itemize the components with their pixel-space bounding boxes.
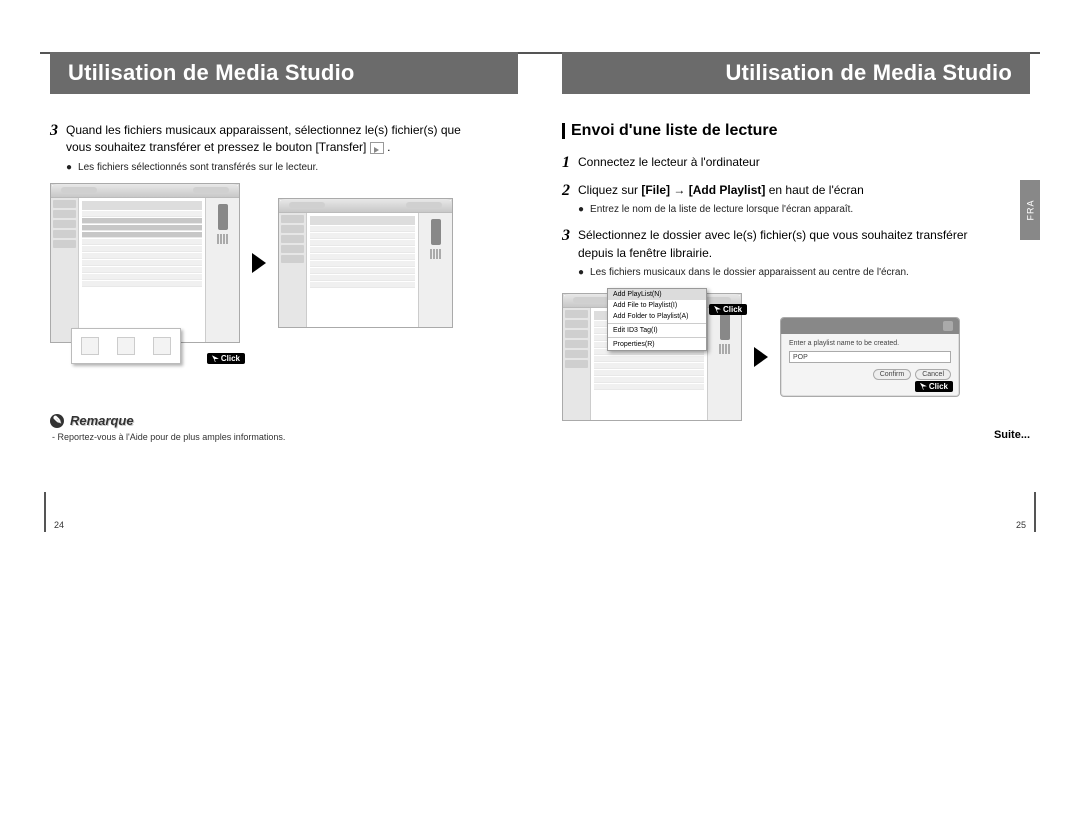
device-icon bbox=[720, 314, 730, 340]
cursor-icon bbox=[212, 355, 219, 362]
continued-label: Suite... bbox=[562, 429, 1030, 441]
right-figure-row: Add PlayList(N) Add File to Playlist(I) … bbox=[562, 293, 1030, 421]
page-number-left: 24 bbox=[54, 520, 64, 530]
click-label: Click bbox=[929, 382, 948, 391]
click-badge: Click bbox=[709, 304, 747, 315]
app-device-pane bbox=[418, 213, 452, 327]
app-titlebar bbox=[51, 184, 239, 198]
page-number-right: 25 bbox=[1016, 520, 1026, 530]
app-window-library: Add PlayList(N) Add File to Playlist(I) … bbox=[562, 293, 742, 421]
app-device-pane bbox=[707, 308, 741, 420]
page-title-left: Utilisation de Media Studio bbox=[50, 52, 518, 94]
bullet-text: Les fichiers musicaux dans le dossier ap… bbox=[590, 266, 909, 281]
playlist-name-dialog: Enter a playlist name to be created. POP… bbox=[780, 317, 960, 397]
corner-rule bbox=[44, 492, 46, 532]
app-window-after bbox=[278, 198, 453, 328]
step-bullet: ● Entrez le nom de la liste de lecture l… bbox=[578, 203, 1030, 218]
section-title-text: Envoi d'une liste de lecture bbox=[571, 122, 778, 140]
cancel-button[interactable]: Cancel bbox=[915, 369, 951, 380]
toolbar-icon bbox=[153, 337, 171, 355]
remarque-text: - Reportez-vous à l'Aide pour de plus am… bbox=[50, 432, 518, 442]
step-text: Connectez le lecteur à l'ordinateur bbox=[578, 154, 1030, 171]
language-tab-label: FRA bbox=[1025, 200, 1035, 221]
step-text-line1: Quand les fichiers musicaux apparaissent… bbox=[66, 122, 518, 139]
app-sidebar bbox=[51, 198, 79, 342]
menu-separator bbox=[608, 323, 706, 324]
right-step-3: 3 Sélectionnez le dossier avec le(s) fic… bbox=[562, 227, 1030, 280]
menu-item[interactable]: Add File to Playlist(I) bbox=[608, 300, 706, 311]
app-device-pane bbox=[205, 198, 239, 342]
click-label: Click bbox=[723, 305, 742, 314]
t: en haut de l'écran bbox=[769, 183, 864, 197]
page-right: Utilisation de Media Studio FRA Envoi d'… bbox=[540, 52, 1040, 532]
corner-rule bbox=[1034, 492, 1036, 532]
step-text-post: . bbox=[387, 140, 390, 154]
arrow-right-icon bbox=[252, 253, 266, 273]
bullet-text: Entrez le nom de la liste de lecture lor… bbox=[590, 203, 853, 218]
step-bullet: ● Les fichiers musicaux dans le dossier … bbox=[578, 266, 1030, 281]
menu-item[interactable]: Edit ID3 Tag(I) bbox=[608, 325, 706, 336]
device-icon bbox=[431, 219, 441, 245]
page-left: Utilisation de Media Studio 3 Quand les … bbox=[40, 52, 540, 532]
t-bold: [Add Playlist] bbox=[689, 183, 766, 197]
note-icon: ✎ bbox=[50, 414, 64, 428]
remarque-label: Remarque bbox=[70, 413, 134, 428]
step-text-pre: vous souhaitez transférer et pressez le … bbox=[66, 140, 370, 154]
bullet-dot: ● bbox=[578, 203, 584, 218]
step-text-line2: depuis la fenêtre librairie. bbox=[578, 245, 1030, 262]
section-bar-icon bbox=[562, 123, 565, 139]
step-number: 3 bbox=[562, 227, 570, 280]
dialog-prompt: Enter a playlist name to be created. bbox=[789, 340, 951, 347]
bullet-text: Les fichiers sélectionnés sont transféré… bbox=[78, 161, 318, 176]
confirm-button[interactable]: Confirm bbox=[873, 369, 912, 380]
step-bullet: ● Les fichiers sélectionnés sont transfé… bbox=[66, 161, 518, 176]
step-number: 2 bbox=[562, 182, 570, 218]
arrow-text: → bbox=[673, 183, 688, 197]
app-window-before: Click bbox=[50, 183, 240, 343]
cursor-icon bbox=[714, 306, 721, 313]
t: Cliquez sur bbox=[578, 183, 641, 197]
language-tab: FRA bbox=[1020, 180, 1040, 240]
section-title: Envoi d'une liste de lecture bbox=[562, 122, 1030, 140]
cursor-icon bbox=[920, 383, 927, 390]
toolbar-icon bbox=[117, 337, 135, 355]
click-label: Click bbox=[221, 354, 240, 363]
t-bold: [File] bbox=[641, 183, 670, 197]
menu-item[interactable]: Add PlayList(N) bbox=[608, 289, 706, 300]
toolbar-popup bbox=[71, 328, 181, 364]
step-text: Cliquez sur [File] → [Add Playlist] en h… bbox=[578, 182, 1030, 199]
toolbar-icon bbox=[81, 337, 99, 355]
menu-item[interactable]: Properties(R) bbox=[608, 339, 706, 350]
step-text-line2: vous souhaitez transférer et pressez le … bbox=[66, 139, 518, 156]
click-badge: Click bbox=[207, 353, 245, 364]
close-icon[interactable] bbox=[943, 321, 953, 331]
page-title-right: Utilisation de Media Studio bbox=[562, 52, 1030, 94]
remarque-block: ✎ Remarque - Reportez-vous à l'Aide pour… bbox=[50, 413, 518, 442]
left-figure-row: Click bbox=[50, 183, 518, 369]
bullet-dot: ● bbox=[578, 266, 584, 281]
bullet-dot: ● bbox=[66, 161, 72, 176]
right-step-1: 1 Connectez le lecteur à l'ordinateur bbox=[562, 154, 1030, 172]
arrow-right-icon bbox=[754, 347, 768, 367]
device-icon bbox=[218, 204, 228, 230]
transfer-icon bbox=[370, 142, 384, 154]
app-list bbox=[307, 213, 418, 327]
left-step-3: 3 Quand les fichiers musicaux apparaisse… bbox=[50, 122, 518, 175]
app-sidebar bbox=[563, 308, 591, 420]
menu-separator bbox=[608, 337, 706, 338]
step-number: 1 bbox=[562, 154, 570, 172]
click-badge: Click bbox=[915, 381, 953, 392]
app-titlebar bbox=[279, 199, 452, 213]
step-number: 3 bbox=[50, 122, 58, 175]
right-step-2: 2 Cliquez sur [File] → [Add Playlist] en… bbox=[562, 182, 1030, 218]
step-text-line1: Sélectionnez le dossier avec le(s) fichi… bbox=[578, 227, 1030, 244]
file-menu-popup: Add PlayList(N) Add File to Playlist(I) … bbox=[607, 288, 707, 351]
app-list bbox=[79, 198, 205, 342]
dialog-titlebar bbox=[781, 318, 959, 334]
menu-item[interactable]: Add Folder to Playlist(A) bbox=[608, 311, 706, 322]
app-sidebar bbox=[279, 213, 307, 327]
playlist-name-input[interactable]: POP bbox=[789, 351, 951, 363]
